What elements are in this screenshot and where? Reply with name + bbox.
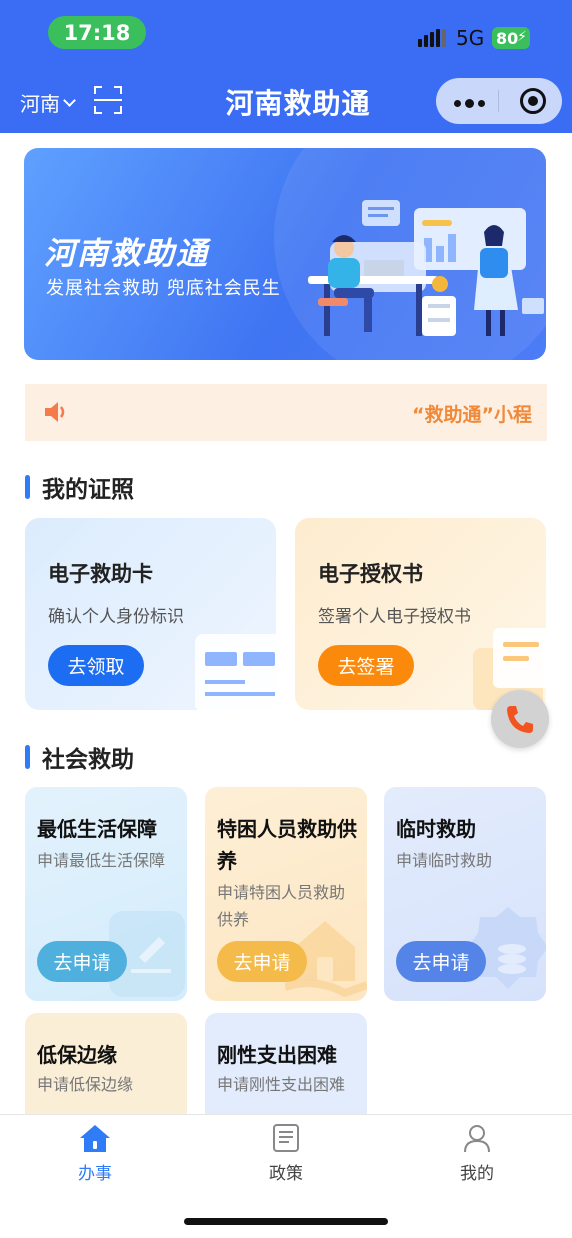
card-title: 低保边缘 — [37, 1043, 117, 1067]
card-title: 临时救助 — [396, 817, 476, 841]
home-icon — [80, 1125, 110, 1152]
chevron-down-icon — [63, 94, 76, 107]
hero-banner[interactable]: 河南救助通 发展社会救助 兜底社会民生 — [24, 148, 546, 360]
card-desc: 申请刚性支出困难 — [217, 1075, 346, 1094]
section-title: 我的证照 — [42, 477, 134, 503]
battery-icon: 80 ⚡ — [492, 27, 530, 49]
tab-label: 办事 — [78, 1164, 112, 1184]
tab-label: 政策 — [269, 1164, 303, 1184]
section-my-licenses: 我的证照 — [25, 470, 134, 504]
card-title: 最低生活保障 — [37, 817, 157, 841]
card-document-illustration — [195, 634, 276, 710]
document-icon — [273, 1124, 299, 1152]
notice-bar[interactable]: “救助通”小程 — [25, 384, 547, 441]
relief-card-destitute-support[interactable]: 特困人员救助供养 申请特困人员救助供养 去申请 — [205, 787, 367, 1001]
scan-icon[interactable] — [94, 86, 122, 114]
claim-button[interactable]: 去领取 — [48, 645, 144, 686]
card-desc: 申请最低生活保障 — [37, 851, 166, 870]
top-header: 17:18 5G 80 ⚡ 河南 河南救助通 — [0, 0, 572, 133]
section-title: 社会救助 — [42, 747, 134, 773]
card-desc: 申请低保边缘 — [37, 1075, 134, 1094]
tab-policy[interactable]: 政策 — [236, 1123, 336, 1187]
card-title: 刚性支出困难 — [217, 1043, 337, 1067]
tab-affairs[interactable]: 办事 — [45, 1123, 145, 1187]
apply-button[interactable]: 去申请 — [37, 941, 127, 982]
notice-text: “救助通”小程 — [412, 404, 532, 426]
close-miniprogram-icon[interactable] — [520, 88, 546, 114]
battery-level: 80 — [496, 28, 519, 48]
card-desc: 确认个人身份标识 — [48, 607, 184, 627]
apply-button[interactable]: 去申请 — [396, 941, 486, 982]
apply-button[interactable]: 去申请 — [217, 941, 307, 982]
banner-subtitle: 发展社会救助 兜底社会民生 — [46, 278, 281, 299]
person-icon — [464, 1125, 490, 1153]
phone-call-button[interactable] — [491, 690, 549, 748]
status-time: 17:18 — [48, 16, 146, 49]
e-authorization-card[interactable]: 电子授权书 签署个人电子授权书 去签署 — [295, 518, 546, 710]
region-label: 河南 — [20, 92, 60, 116]
phone-icon — [507, 706, 533, 733]
region-selector[interactable]: 河南 — [20, 88, 76, 117]
network-type: 5G — [456, 26, 485, 50]
tab-label: 我的 — [460, 1164, 494, 1184]
card-desc: 申请临时救助 — [396, 851, 493, 870]
section-social-relief: 社会救助 — [25, 740, 134, 774]
home-indicator — [184, 1218, 388, 1225]
charging-icon: ⚡ — [517, 29, 527, 45]
e-relief-card[interactable]: 电子救助卡 确认个人身份标识 去领取 — [25, 518, 276, 710]
card-title: 电子救助卡 — [48, 562, 153, 586]
sign-button[interactable]: 去签署 — [318, 645, 414, 686]
card-title: 电子授权书 — [318, 562, 423, 586]
speaker-icon — [45, 402, 65, 422]
relief-card-temporary[interactable]: 临时救助 申请临时救助 去申请 — [384, 787, 546, 1001]
banner-title: 河南救助通 — [44, 236, 209, 272]
page-title: 河南救助通 — [225, 87, 371, 120]
card-title: 特困人员救助供养 — [217, 817, 357, 873]
more-icon[interactable] — [454, 99, 485, 108]
tab-mine[interactable]: 我的 — [427, 1123, 527, 1187]
office-illustration — [308, 200, 544, 336]
card-desc: 签署个人电子授权书 — [318, 607, 471, 627]
miniprogram-capsule — [436, 78, 562, 124]
relief-card-minimum-living[interactable]: 最低生活保障 申请最低生活保障 去申请 — [25, 787, 187, 1001]
signal-icon — [418, 29, 448, 49]
